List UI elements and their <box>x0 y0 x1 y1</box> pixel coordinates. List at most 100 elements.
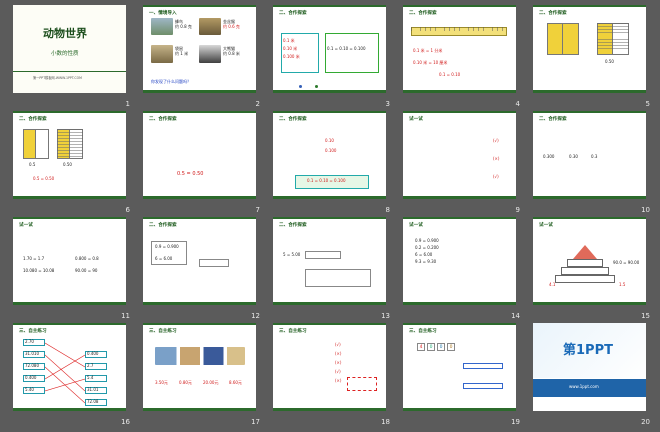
slide-thumbnail-16[interactable]: 三、自主练习 2.70 31.010 72.080 0.400 5.40 0.4… <box>4 321 134 427</box>
slide-thumbnail-4[interactable]: 二、合作探索 0.1 米 = 1 分米 0.10 米 = 10 厘米 0.1 =… <box>394 3 524 109</box>
answer-mark: (√) <box>335 369 341 374</box>
slide-number: 20 <box>641 418 650 426</box>
value-text: 0.400 <box>25 375 37 380</box>
slide-thumbnail-9[interactable]: 试一试 (√) (×) (√) 9 <box>394 109 524 215</box>
value-text: 0.30 <box>569 154 578 159</box>
slide-8[interactable]: 二、合作探索 0.10 0.100 0.1 = 0.10 = 0.100 <box>273 111 386 199</box>
value-text: 0.2 = 0.200 <box>415 245 439 250</box>
slide-thumbnail-6[interactable]: 二、合作探索 0.5 0.50 0.5 = 0.50 6 <box>4 109 134 215</box>
slide-thumbnail-8[interactable]: 二、合作探索 0.10 0.100 0.1 = 0.10 = 0.100 8 <box>264 109 394 215</box>
logo-tagline: www.1ppt.com <box>569 384 599 389</box>
slide-thumbnail-3[interactable]: 二、合作探索 0.1 米 0.10 米 0.100 米 0.1 = 0.10 =… <box>264 3 394 109</box>
value-text: 10.080 = 10.08 <box>23 268 55 273</box>
price-text: 8.60元 <box>229 380 242 385</box>
nav-dot <box>299 85 302 88</box>
slide-thumbnail-19[interactable]: 三、自主练习 4 0 0 0 19 <box>394 321 524 427</box>
value-text: 31.01 <box>87 387 99 392</box>
slide-heading: 试一试 <box>409 223 423 228</box>
slide-10[interactable]: 二、合作探索 0.300 0.30 0.3 <box>533 111 646 199</box>
text-box <box>325 33 379 73</box>
slide-heading: 三、自主练习 <box>279 329 307 334</box>
slide-number: 5 <box>645 100 650 108</box>
slide-number: 14 <box>511 312 520 320</box>
value-text: 0.9 = 0.900 <box>415 238 439 243</box>
value-text: 1.5 <box>619 282 626 287</box>
slide-number: 2 <box>255 100 260 108</box>
slide-20[interactable]: 第1PPT www.1ppt.com <box>533 323 646 411</box>
slide-15[interactable]: 试一试 90.0 = 90.00 4.1 1.5 <box>533 217 646 305</box>
value-text: 72.08 <box>87 399 99 404</box>
slide-heading: 二、合作探索 <box>279 223 307 228</box>
digit-card: 0 <box>437 343 445 351</box>
value-text: 0.1 = 0.10 <box>439 72 461 77</box>
slide-heading: 二、合作探索 <box>149 117 177 122</box>
slide-number: 7 <box>255 206 260 214</box>
slide-4[interactable]: 二、合作探索 0.1 米 = 1 分米 0.10 米 = 10 厘米 0.1 =… <box>403 5 516 93</box>
slide-14[interactable]: 试一试 0.9 = 0.900 0.2 = 0.200 6 = 6.00 9.3… <box>403 217 516 305</box>
slide-thumbnail-5[interactable]: 二、合作探索 0.50 5 <box>524 3 654 109</box>
slide-16[interactable]: 三、自主练习 2.70 31.010 72.080 0.400 5.40 0.4… <box>13 323 126 411</box>
slide-thumbnail-2[interactable]: 一、情境导入 蜂鸟 约 0.8 克 金丝猴 约 0.6 克 袋鼠 约 1 米 大… <box>134 3 264 109</box>
slide-heading: 试一试 <box>409 117 423 122</box>
slide-heading: 三、自主练习 <box>19 329 47 334</box>
value-text: 0.50 <box>605 59 614 64</box>
slide-5[interactable]: 二、合作探索 0.50 <box>533 5 646 93</box>
slide-thumbnail-14[interactable]: 试一试 0.9 = 0.900 0.2 = 0.200 6 = 6.00 9.3… <box>394 215 524 321</box>
digit-card: 0 <box>427 343 435 351</box>
slide-title: 动物世界 <box>43 27 87 40</box>
slide-9[interactable]: 试一试 (√) (×) (√) <box>403 111 516 199</box>
slide-thumbnail-12[interactable]: 二、合作探索 0.9 = 0.900 6 = 6.00 12 <box>134 215 264 321</box>
price-text: 0.80元 <box>179 380 192 385</box>
value-text: 0.300 <box>543 154 555 159</box>
slide-12[interactable]: 二、合作探索 0.9 = 0.900 6 = 6.00 <box>143 217 256 305</box>
value-text: 5.4 <box>87 375 94 380</box>
slide-1[interactable]: 动物世界 小数的性质 第一PPT模板网-WWW.1PPT.COM <box>13 5 126 93</box>
slide-18[interactable]: 三、自主练习 (√) (×) (×) (√) (×) <box>273 323 386 411</box>
slide-2[interactable]: 一、情境导入 蜂鸟 约 0.8 克 金丝猴 约 0.6 克 袋鼠 约 1 米 大… <box>143 5 256 93</box>
slide-number: 19 <box>511 418 520 426</box>
text-box <box>305 251 341 259</box>
value-text: 31.010 <box>25 351 39 356</box>
slide-7[interactable]: 二、合作探索 0.5 = 0.50 <box>143 111 256 199</box>
slide-sorter-grid: 动物世界 小数的性质 第一PPT模板网-WWW.1PPT.COM 1 一、情境导… <box>4 3 656 429</box>
answer-mark: (×) <box>335 360 342 365</box>
slide-thumbnail-18[interactable]: 三、自主练习 (√) (×) (×) (√) (×) 18 <box>264 321 394 427</box>
slide-heading: 三、自主练习 <box>149 329 177 334</box>
slide-13[interactable]: 二、合作探索 5 = 5.00 <box>273 217 386 305</box>
value-text: 0.5 <box>29 162 36 167</box>
slide-11[interactable]: 试一试 1.70 = 1.7 0.800 = 0.8 10.080 = 10.0… <box>13 217 126 305</box>
value-text: 4.1 <box>549 282 556 287</box>
digit-card: 0 <box>447 343 455 351</box>
answer-mark: (×) <box>335 351 342 356</box>
slide-thumbnail-17[interactable]: 三、自主练习 3.50元 0.80元 20.00元 8.60元 17 <box>134 321 264 427</box>
slide-thumbnail-1[interactable]: 动物世界 小数的性质 第一PPT模板网-WWW.1PPT.COM 1 <box>4 3 134 109</box>
slide-thumbnail-15[interactable]: 试一试 90.0 = 90.00 4.1 1.5 15 <box>524 215 654 321</box>
slide-thumbnail-13[interactable]: 二、合作探索 5 = 5.00 13 <box>264 215 394 321</box>
kangaroo-photo <box>151 45 173 63</box>
value-text: 2.70 <box>25 339 34 344</box>
slide-heading: 试一试 <box>19 223 33 228</box>
caption: 约 0.6 克 <box>223 24 240 29</box>
slide-6[interactable]: 二、合作探索 0.5 0.50 0.5 = 0.50 <box>13 111 126 199</box>
slide-number: 10 <box>641 206 650 214</box>
slide-number: 6 <box>125 206 130 214</box>
slide-number: 12 <box>251 312 260 320</box>
slide-thumbnail-10[interactable]: 二、合作探索 0.300 0.30 0.3 10 <box>524 109 654 215</box>
slide-19[interactable]: 三、自主练习 4 0 0 0 <box>403 323 516 411</box>
value-text: 0.100 米 <box>283 54 300 59</box>
slide-thumbnail-20[interactable]: 第1PPT www.1ppt.com 20 <box>524 321 654 427</box>
slide-number: 9 <box>515 206 520 214</box>
slide-subtitle: 小数的性质 <box>51 51 79 57</box>
slide-3[interactable]: 二、合作探索 0.1 米 0.10 米 0.100 米 0.1 = 0.10 =… <box>273 5 386 93</box>
value-text: 0.100 <box>325 148 337 153</box>
value-text: 5 = 5.00 <box>283 252 301 257</box>
slide-heading: 试一试 <box>539 223 553 228</box>
slide-17[interactable]: 三、自主练习 3.50元 0.80元 20.00元 8.60元 <box>143 323 256 411</box>
monkey-photo <box>199 18 221 35</box>
slide-thumbnail-7[interactable]: 二、合作探索 0.5 = 0.50 7 <box>134 109 264 215</box>
slide-thumbnail-11[interactable]: 试一试 1.70 = 1.7 0.800 = 0.8 10.080 = 10.0… <box>4 215 134 321</box>
slide-heading: 三、自主练习 <box>409 329 437 334</box>
value-text: 0.800 = 0.8 <box>75 256 99 261</box>
value-text: 0.3 <box>591 154 598 159</box>
value-text: 0.50 <box>63 162 72 167</box>
